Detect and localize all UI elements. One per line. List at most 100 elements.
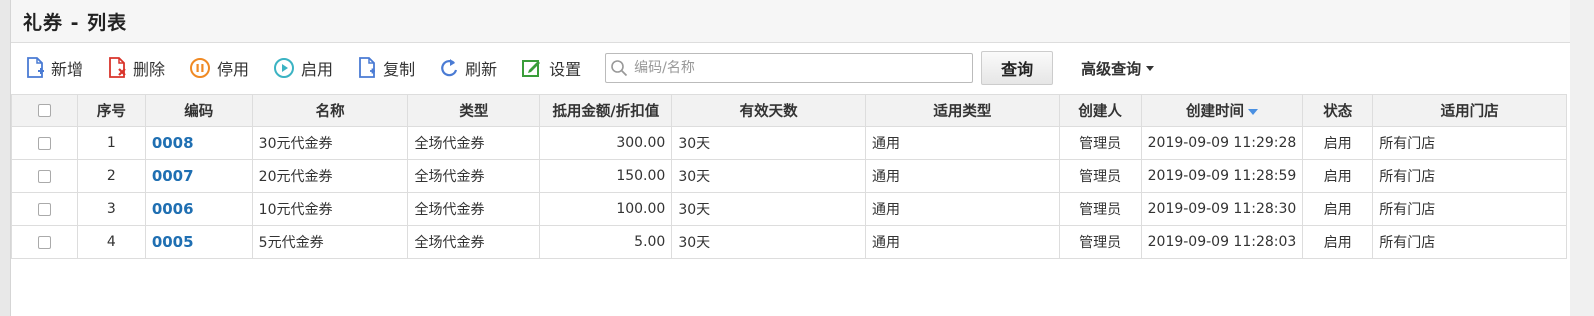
- cell-no: 1: [76, 126, 146, 160]
- created-time-label: 创建时间: [1185, 104, 1244, 120]
- query-button[interactable]: 查询: [981, 51, 1054, 85]
- row-select-cell[interactable]: [11, 126, 78, 160]
- add-button[interactable]: 新增: [25, 56, 83, 80]
- cell-code-link[interactable]: 0008: [144, 126, 253, 160]
- refresh-icon: [441, 59, 458, 77]
- table-header-row: 序号 编码 名称 类型 抵用金额/折扣值 有效天数 适用类型 创建人 创建时间 …: [11, 94, 1567, 127]
- cell-name: 10元代金券: [251, 192, 409, 226]
- row-checkbox[interactable]: [37, 235, 51, 249]
- cell-status: 启用: [1302, 159, 1374, 193]
- table-row[interactable]: 3 0006 10元代金券 全场代金券 100.00 30天 通用 管理员 20…: [11, 192, 1567, 226]
- enable-label: 启用: [301, 60, 334, 79]
- cell-amount: 100.00: [539, 192, 673, 226]
- disable-button[interactable]: 停用: [189, 56, 249, 80]
- cell-status: 启用: [1302, 225, 1374, 259]
- table-row[interactable]: 2 0007 20元代金券 全场代金券 150.00 30天 通用 管理员 20…: [11, 159, 1567, 193]
- search-input[interactable]: [632, 59, 967, 77]
- refresh-button[interactable]: 刷新: [439, 56, 497, 80]
- row-select-cell[interactable]: [11, 192, 78, 226]
- row-select-cell[interactable]: [11, 159, 78, 193]
- search-box[interactable]: [605, 53, 974, 83]
- pause-circle-icon: [190, 58, 211, 78]
- delete-button[interactable]: 删除: [107, 56, 165, 80]
- col-header-code[interactable]: 编码: [144, 94, 253, 127]
- play-circle-icon: [274, 58, 295, 78]
- col-header-no[interactable]: 序号: [76, 94, 146, 127]
- refresh-label: 刷新: [465, 60, 498, 79]
- cell-valid-days: 30天: [671, 159, 867, 193]
- page-title: 礼券 - 列表: [23, 11, 128, 34]
- cell-store: 所有门店: [1372, 192, 1567, 226]
- cell-created-time: 2019-09-09 11:29:28: [1140, 126, 1304, 160]
- cell-name: 20元代金券: [251, 159, 409, 193]
- cell-no: 3: [76, 192, 146, 226]
- cell-created-time: 2019-09-09 11:28:30: [1140, 192, 1304, 226]
- cell-apply-type: 通用: [865, 225, 1060, 259]
- cell-creator: 管理员: [1058, 225, 1142, 259]
- add-label: 新增: [51, 60, 84, 79]
- cell-code-link[interactable]: 0005: [144, 225, 253, 259]
- cell-code-link[interactable]: 0006: [144, 192, 253, 226]
- cell-status: 启用: [1302, 126, 1374, 160]
- cell-name: 5元代金券: [251, 225, 409, 259]
- disable-label: 停用: [217, 60, 250, 79]
- cell-created-time: 2019-09-09 11:28:03: [1140, 225, 1304, 259]
- advanced-query-dropdown[interactable]: 高级查询: [1081, 58, 1155, 79]
- delete-document-icon: [109, 57, 126, 78]
- cell-store: 所有门店: [1372, 225, 1567, 259]
- col-header-name[interactable]: 名称: [251, 94, 409, 127]
- cell-amount: 5.00: [539, 225, 673, 259]
- window-edge: [1570, 0, 1594, 316]
- col-header-valid-days[interactable]: 有效天数: [671, 94, 867, 127]
- col-header-type[interactable]: 类型: [407, 94, 541, 127]
- cell-type: 全场代金券: [407, 159, 541, 193]
- cell-creator: 管理员: [1058, 159, 1142, 193]
- cell-type: 全场代金券: [407, 225, 541, 259]
- settings-button[interactable]: 设置: [521, 56, 581, 80]
- cell-code-link[interactable]: 0007: [144, 159, 253, 193]
- cell-type: 全场代金券: [407, 126, 541, 160]
- coupon-table: 序号 编码 名称 类型 抵用金额/折扣值 有效天数 适用类型 创建人 创建时间 …: [11, 94, 1567, 259]
- copy-document-icon: [359, 57, 376, 78]
- add-document-icon: [27, 57, 44, 78]
- cell-apply-type: 通用: [865, 126, 1060, 160]
- cell-type: 全场代金券: [407, 192, 541, 226]
- cell-creator: 管理员: [1058, 192, 1142, 226]
- copy-label: 复制: [383, 60, 416, 79]
- select-all-cell[interactable]: [11, 94, 78, 127]
- search-icon: [611, 60, 628, 77]
- cell-valid-days: 30天: [671, 225, 867, 259]
- main-panel: 礼券 - 列表 新增 删除 停用 启用 复制 刷新 设置 编码/名称 查询 高级…: [10, 0, 1571, 316]
- row-select-cell[interactable]: [11, 225, 78, 259]
- row-checkbox[interactable]: [37, 202, 51, 216]
- caret-down-icon: [1146, 65, 1155, 71]
- table-row[interactable]: 4 0005 5元代金券 全场代金券 5.00 30天 通用 管理员 2019-…: [11, 225, 1567, 259]
- select-all-checkbox[interactable]: [37, 104, 51, 117]
- toolbar: 新增 删除 停用 启用 复制 刷新 设置 编码/名称 查询 高级查询: [11, 43, 1571, 93]
- cell-apply-type: 通用: [865, 192, 1060, 226]
- cell-no: 2: [76, 159, 146, 193]
- col-header-created-time[interactable]: 创建时间: [1140, 94, 1304, 127]
- col-header-store[interactable]: 适用门店: [1372, 94, 1567, 127]
- title-bar: 礼券 - 列表: [11, 0, 1571, 43]
- cell-apply-type: 通用: [865, 159, 1060, 193]
- cell-status: 启用: [1302, 192, 1374, 226]
- row-checkbox[interactable]: [37, 136, 51, 150]
- cell-amount: 300.00: [539, 126, 673, 160]
- col-header-apply-type[interactable]: 适用类型: [865, 94, 1060, 127]
- copy-button[interactable]: 复制: [357, 56, 415, 80]
- advanced-query-label: 高级查询: [1081, 59, 1142, 78]
- col-header-status[interactable]: 状态: [1302, 94, 1374, 127]
- col-header-amount[interactable]: 抵用金额/折扣值: [539, 94, 673, 127]
- cell-no: 4: [76, 225, 146, 259]
- enable-button[interactable]: 启用: [273, 56, 333, 80]
- cell-creator: 管理员: [1058, 126, 1142, 160]
- cell-valid-days: 30天: [671, 192, 867, 226]
- sort-desc-icon: [1247, 109, 1258, 115]
- table-row[interactable]: 1 0008 30元代金券 全场代金券 300.00 30天 通用 管理员 20…: [11, 126, 1567, 160]
- cell-amount: 150.00: [539, 159, 673, 193]
- delete-label: 删除: [133, 60, 166, 79]
- cell-name: 30元代金券: [251, 126, 409, 160]
- row-checkbox[interactable]: [37, 169, 51, 183]
- col-header-creator[interactable]: 创建人: [1058, 94, 1142, 127]
